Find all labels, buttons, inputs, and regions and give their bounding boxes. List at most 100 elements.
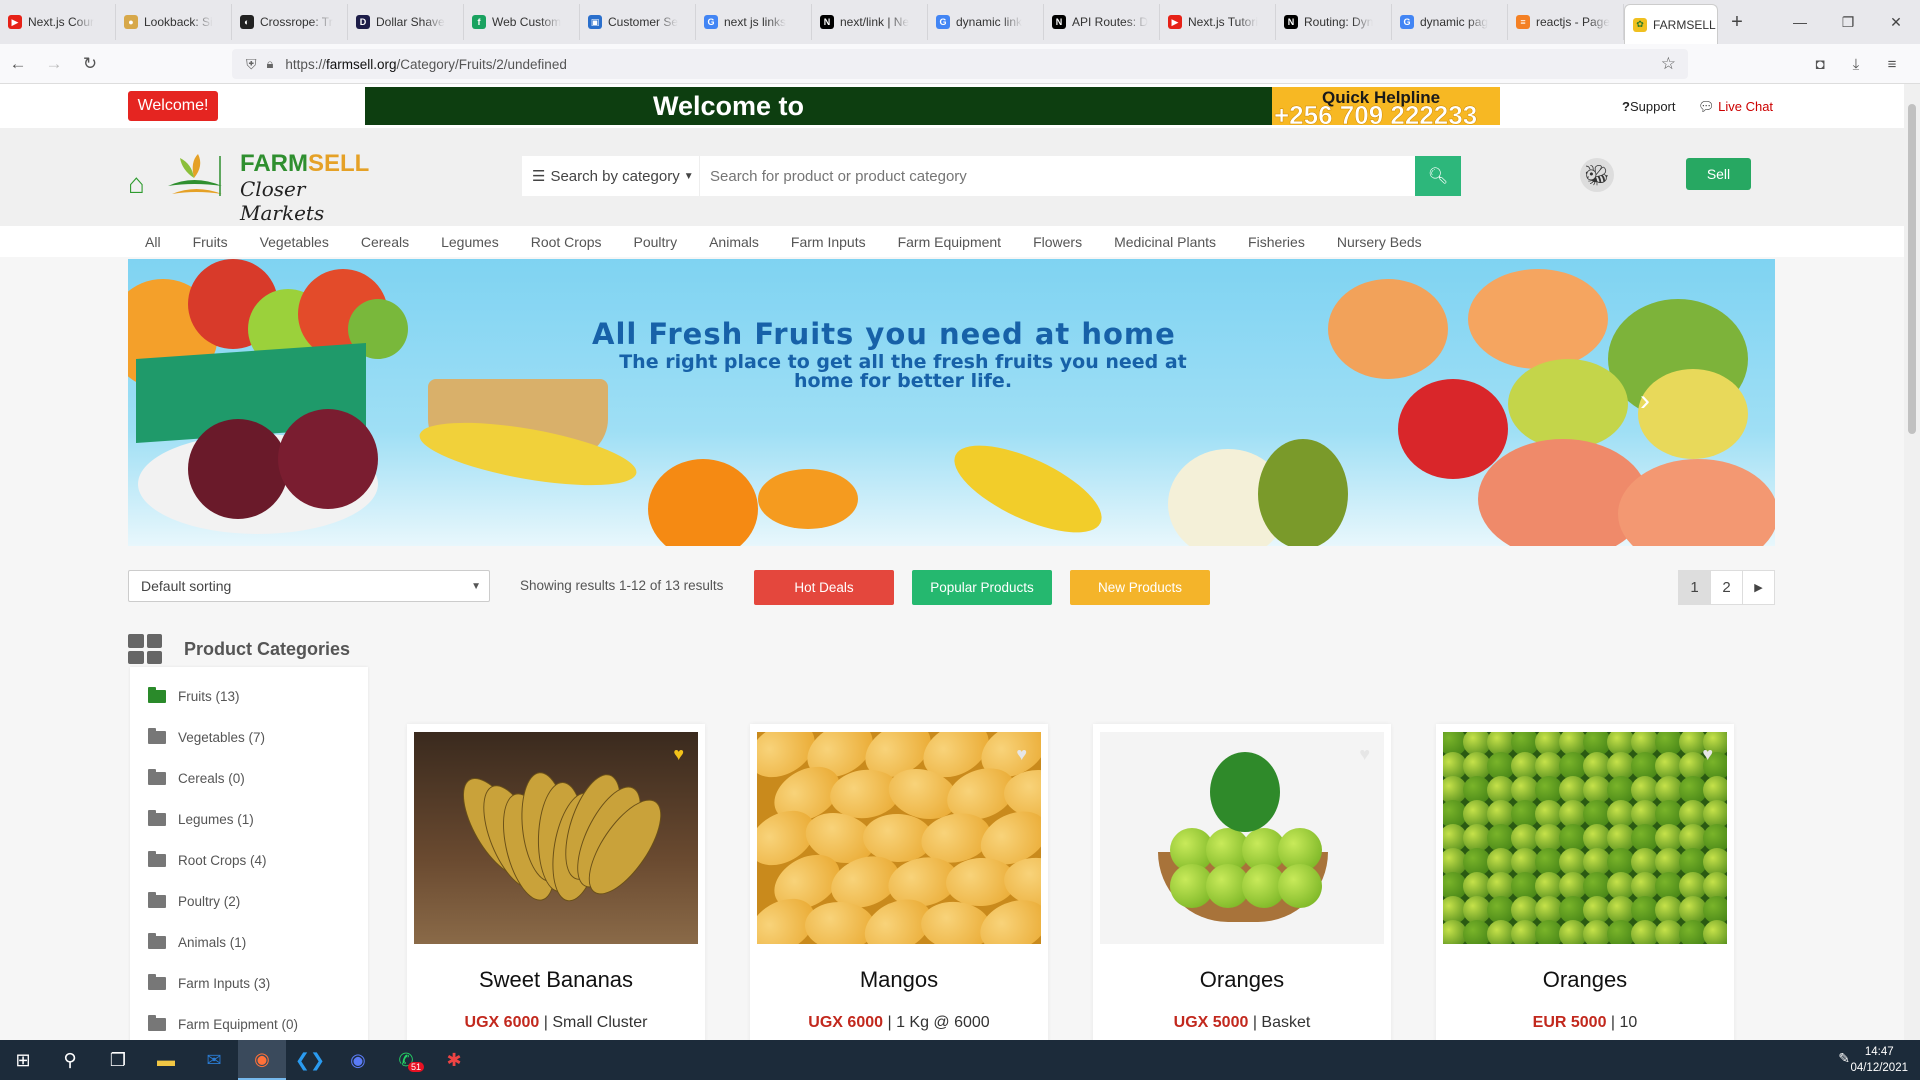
tab-favicon-icon: N xyxy=(1052,15,1066,29)
heart-favorite-icon[interactable]: ♥ xyxy=(673,744,684,765)
category-list-item[interactable]: Farm Inputs (3) xyxy=(148,974,270,991)
category-nav-item[interactable]: Fisheries xyxy=(1248,234,1305,250)
product-image[interactable]: ♥ xyxy=(757,732,1041,944)
heart-favorite-icon[interactable]: ♥ xyxy=(1702,744,1713,765)
category-list-item[interactable]: Root Crops (4) xyxy=(148,851,267,868)
browser-tab[interactable]: Gdynamic pag xyxy=(1392,4,1508,40)
pocket-icon[interactable]: ◘ xyxy=(1802,56,1838,73)
file-explorer-icon[interactable]: ▬ xyxy=(142,1040,190,1080)
page-link[interactable]: 1 xyxy=(1678,570,1711,605)
product-card[interactable]: ♥MangosUGX 6000 | 1 Kg @ 6000👁︎27🕓︎1 Mon… xyxy=(750,724,1048,1040)
category-list-item[interactable]: Farm Equipment (0) xyxy=(148,1015,298,1032)
browser-tab[interactable]: ▶ Next.js Tutori xyxy=(1160,4,1276,40)
sort-select[interactable]: Default sorting ▼ xyxy=(128,570,490,602)
product-name[interactable]: Sweet Bananas xyxy=(407,967,705,993)
category-list-item[interactable]: Vegetables (7) xyxy=(148,728,265,745)
category-list-item[interactable]: Fruits (13) xyxy=(148,687,240,704)
browser-tab[interactable]: ◐ Crossrope: Tr xyxy=(232,4,348,40)
product-card[interactable]: ♥Sweet BananasUGX 6000 | Small Cluster👁︎… xyxy=(407,724,705,1040)
sell-button[interactable]: Sell xyxy=(1686,158,1751,190)
pen-icon[interactable]: ✎ xyxy=(1838,1050,1850,1067)
category-nav-item[interactable]: Vegetables xyxy=(260,234,329,250)
tab-title: reactjs - Page xyxy=(1536,15,1611,29)
hot-deals-button[interactable]: Hot Deals xyxy=(754,570,894,605)
download-icon[interactable]: ⤓ xyxy=(1838,56,1874,73)
browser-tab[interactable]: f Web Custom xyxy=(464,4,580,40)
category-nav-item[interactable]: Legumes xyxy=(441,234,499,250)
category-list-item[interactable]: Animals (1) xyxy=(148,933,246,950)
back-arrow-icon[interactable]: ← xyxy=(0,54,36,74)
firefox-dev-icon[interactable]: ◉ xyxy=(334,1040,382,1080)
product-image[interactable]: ♥ xyxy=(1100,732,1384,944)
tab-close-icon[interactable]: ✕ xyxy=(1716,17,1717,33)
firefox-icon[interactable]: ◉ xyxy=(238,1040,286,1080)
category-nav-item[interactable]: Medicinal Plants xyxy=(1114,234,1216,250)
product-card[interactable]: ♥OrangesUGX 5000 | Basket👁︎14🕓︎1 Month A… xyxy=(1093,724,1391,1040)
category-nav-item[interactable]: Root Crops xyxy=(531,234,602,250)
address-bar[interactable]: ⛨ 🔒︎ https://farmsell.org/Category/Fruit… xyxy=(232,49,1688,79)
page-link[interactable]: 2 xyxy=(1710,570,1743,605)
product-name[interactable]: Oranges xyxy=(1436,967,1734,993)
category-nav-item[interactable]: Nursery Beds xyxy=(1337,234,1422,250)
popular-products-button[interactable]: Popular Products xyxy=(912,570,1052,605)
star-bookmark-icon[interactable]: ☆ xyxy=(1661,54,1676,74)
category-nav-item[interactable]: Farm Equipment xyxy=(898,234,1001,250)
vscode-icon[interactable]: ❮❯ xyxy=(286,1040,334,1080)
support-link[interactable]: ?Support xyxy=(1622,99,1676,114)
app-icon[interactable]: ✱ xyxy=(430,1040,478,1080)
menu-icon[interactable]: ≡ xyxy=(1874,56,1910,73)
category-nav-item[interactable]: Farm Inputs xyxy=(791,234,866,250)
category-nav-item[interactable]: All xyxy=(145,234,161,250)
browser-tab[interactable]: ▶ Next.js Cour xyxy=(0,4,116,40)
outlook-icon[interactable]: ✉ xyxy=(190,1040,238,1080)
new-tab-button[interactable]: + xyxy=(1722,11,1752,34)
category-nav-item[interactable]: Cereals xyxy=(361,234,409,250)
category-nav-item[interactable]: Poultry xyxy=(634,234,678,250)
browser-tab-active[interactable]: ✿ FARMSELL✕ xyxy=(1624,4,1718,44)
page-scrollbar[interactable] xyxy=(1904,84,1920,1040)
browser-tab[interactable]: ▣ Customer Se xyxy=(580,4,696,40)
system-clock[interactable]: 14:47 04/12/2021 xyxy=(1850,1044,1908,1076)
user-avatar[interactable]: 🐝︎ xyxy=(1580,158,1614,192)
windows-start-icon[interactable]: ⊞ xyxy=(0,1040,46,1080)
reload-icon[interactable]: ↻ xyxy=(72,54,108,74)
scrollbar-thumb[interactable] xyxy=(1908,104,1916,434)
browser-tab[interactable]: Gnext js links xyxy=(696,4,812,40)
farmsell-logo[interactable]: ⌂ FARMSELL Closer Markets xyxy=(128,148,369,225)
search-button[interactable]: 🔍︎ xyxy=(1415,156,1461,196)
next-page-icon[interactable]: ▶ xyxy=(1742,570,1775,605)
chevron-right-icon[interactable]: › xyxy=(1640,384,1650,418)
browser-tab[interactable]: ● Lookback: Si xyxy=(116,4,232,40)
whatsapp-icon[interactable]: ✆ 51 xyxy=(382,1040,430,1080)
minimize-button[interactable]: — xyxy=(1776,0,1824,44)
browser-tab[interactable]: D Dollar Shave xyxy=(348,4,464,40)
category-nav-item[interactable]: Fruits xyxy=(193,234,228,250)
window-close-button[interactable]: ✕ xyxy=(1872,0,1920,44)
search-icon[interactable]: ⚲ xyxy=(46,1040,94,1080)
category-list-item[interactable]: Legumes (1) xyxy=(148,810,254,827)
restore-button[interactable]: ❐ xyxy=(1824,0,1872,44)
product-name[interactable]: Oranges xyxy=(1093,967,1391,993)
category-nav-item[interactable]: Flowers xyxy=(1033,234,1082,250)
heart-favorite-icon[interactable]: ♥ xyxy=(1016,744,1027,765)
browser-tab[interactable]: ≡ reactjs - Page xyxy=(1508,4,1624,40)
forward-arrow-icon[interactable]: → xyxy=(36,54,72,74)
browser-tab[interactable]: Nnext/link | Ne xyxy=(812,4,928,40)
product-image[interactable]: ♥ xyxy=(414,732,698,944)
search-input[interactable] xyxy=(700,156,1415,196)
category-list-item[interactable]: Poultry (2) xyxy=(148,892,240,909)
product-name[interactable]: Mangos xyxy=(750,967,1048,993)
product-image[interactable]: ♥ xyxy=(1443,732,1727,944)
category-nav-item[interactable]: Animals xyxy=(709,234,759,250)
new-products-button[interactable]: New Products xyxy=(1070,570,1210,605)
browser-tab[interactable]: Gdynamic link xyxy=(928,4,1044,40)
product-card[interactable]: ♥OrangesEUR 5000 | 10👁︎19🕓︎1 Month Ago xyxy=(1436,724,1734,1040)
home-icon[interactable]: ⌂ xyxy=(128,168,145,200)
heart-favorite-icon[interactable]: ♥ xyxy=(1359,744,1370,765)
task-view-icon[interactable]: ❐ xyxy=(94,1040,142,1080)
category-list-item[interactable]: Cereals (0) xyxy=(148,769,245,786)
live-chat-link[interactable]: 💬︎ Live Chat xyxy=(1698,99,1773,115)
browser-tab[interactable]: N Routing: Dyn xyxy=(1276,4,1392,40)
browser-tab[interactable]: N API Routes: D xyxy=(1044,4,1160,40)
search-category-dropdown[interactable]: ☰ Search by category ▼ xyxy=(522,156,700,196)
